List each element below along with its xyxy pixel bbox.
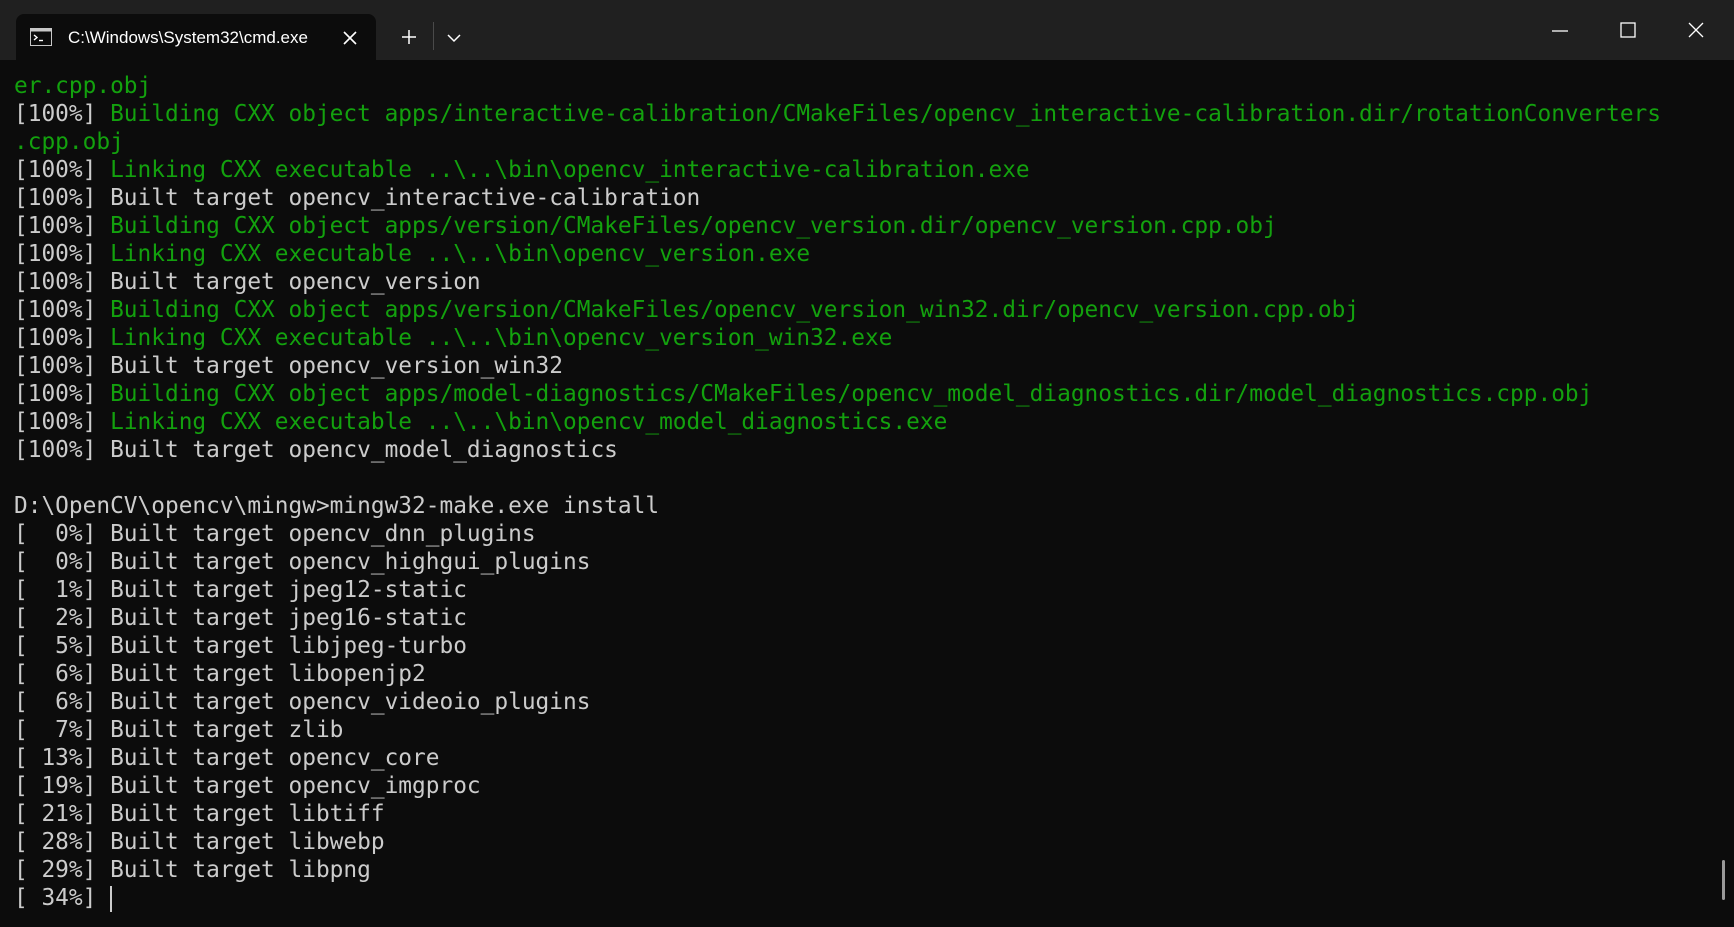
prompt-text: [ 34%] [14,885,111,911]
terminal-line: .cpp.obj [14,128,1714,156]
terminal-line-text: [ 0%] Built target opencv_dnn_plugins [14,521,536,547]
terminal-line: D:\OpenCV\opencv\mingw>mingw32-make.exe … [14,492,1714,520]
terminal-line: [100%] Building CXX object apps/interact… [14,100,1714,128]
close-window-button[interactable] [1662,0,1730,60]
terminal-line-text: [ 2%] Built target jpeg16-static [14,605,467,631]
terminal-line: [ 1%] Built target jpeg12-static [14,576,1714,604]
terminal-line: [100%] Built target opencv_version_win32 [14,352,1714,380]
terminal-output[interactable]: er.cpp.obj [100%] Building CXX object app… [14,72,1714,924]
close-tab-icon[interactable] [338,26,362,50]
terminal-line-text: [ 6%] Built target libopenjp2 [14,661,426,687]
terminal-line: [ 13%] Built target opencv_core [14,744,1714,772]
terminal-line-text: [100%] Built target opencv_version_win32 [14,353,563,379]
terminal-line-text: [ 28%] Built target libwebp [14,829,385,855]
terminal-line-text: [100%] [14,213,111,239]
terminal-line-text: [ 0%] Built target opencv_highgui_plugin… [14,549,591,575]
terminal-line: [100%] Linking CXX executable ..\..\bin\… [14,408,1714,436]
terminal-line: [100%] Linking CXX executable ..\..\bin\… [14,240,1714,268]
terminal-line: [100%] Building CXX object apps/model-di… [14,380,1714,408]
minimize-button[interactable] [1526,0,1594,60]
terminal-line-highlight: Linking CXX executable ..\..\bin\opencv_… [110,241,811,267]
terminal-line-text: [100%] [14,241,111,267]
maximize-button[interactable] [1594,0,1662,60]
terminal-line: [100%] Linking CXX executable ..\..\bin\… [14,324,1714,352]
terminal-line-text: [ 13%] Built target opencv_core [14,745,440,771]
terminal-line: [ 28%] Built target libwebp [14,828,1714,856]
terminal-line-text: [100%] Built target opencv_interactive-c… [14,185,701,211]
terminal-line-highlight: Building CXX object apps/version/CMakeFi… [110,297,1360,323]
terminal-line: [ 7%] Built target zlib [14,716,1714,744]
terminal-line-highlight: Linking CXX executable ..\..\bin\opencv_… [110,325,893,351]
terminal-line-text: [ 29%] Built target libpng [14,857,371,883]
terminal-line: [100%] Building CXX object apps/version/… [14,212,1714,240]
terminal-line-highlight: Linking CXX executable ..\..\bin\opencv_… [110,409,948,435]
terminal-line-text: [100%] [14,381,111,407]
terminal-line: [ 0%] Built target opencv_dnn_plugins [14,520,1714,548]
terminal-line-highlight: Building CXX object apps/model-diagnosti… [110,381,1593,407]
terminal-line-text: [100%] Built target opencv_model_diagnos… [14,437,618,463]
terminal-line: [ 6%] Built target opencv_videoio_plugin… [14,688,1714,716]
terminal-line-highlight: .cpp.obj [14,129,124,155]
cmd-prompt-icon [30,28,52,46]
terminal-line-text: [ 6%] Built target opencv_videoio_plugin… [14,689,591,715]
terminal-window: C:\Windows\System32\cmd.exe er.cpp.obj [… [0,0,1734,927]
terminal-line-text: [100%] [14,409,111,435]
terminal-line: [100%] Built target opencv_model_diagnos… [14,436,1714,464]
scrollbar-thumb[interactable] [1722,860,1725,900]
terminal-line: [ 21%] Built target libtiff [14,800,1714,828]
terminal-line: [100%] Linking CXX executable ..\..\bin\… [14,156,1714,184]
terminal-line-highlight: Linking CXX executable ..\..\bin\opencv_… [110,157,1030,183]
terminal-line-text: [ 21%] Built target libtiff [14,801,385,827]
terminal-line: [100%] Built target opencv_interactive-c… [14,184,1714,212]
terminal-line: [100%] Built target opencv_version [14,268,1714,296]
title-bar[interactable]: C:\Windows\System32\cmd.exe [0,0,1734,60]
tab-title: C:\Windows\System32\cmd.exe [68,28,308,47]
terminal-line-text: [100%] [14,157,111,183]
terminal-line-text: [ 19%] Built target opencv_imgproc [14,773,481,799]
new-tab-button[interactable] [394,22,424,52]
text-cursor [110,885,113,912]
terminal-line: [ 2%] Built target jpeg16-static [14,604,1714,632]
terminal-line-text: [ 7%] Built target zlib [14,717,344,743]
terminal-line: er.cpp.obj [14,72,1714,100]
tab-separator [433,22,434,50]
terminal-line: [ 6%] Built target libopenjp2 [14,660,1714,688]
terminal-line: [ 5%] Built target libjpeg-turbo [14,632,1714,660]
terminal-line: [ 29%] Built target libpng [14,856,1714,884]
terminal-line: [100%] Building CXX object apps/version/… [14,296,1714,324]
terminal-line-text: [100%] Built target opencv_version [14,269,481,295]
terminal-line-text: [100%] [14,325,111,351]
terminal-line-text: D:\OpenCV\opencv\mingw>mingw32-make.exe … [14,493,660,519]
terminal-line-highlight: Building CXX object apps/interactive-cal… [110,101,1661,127]
terminal-line-highlight: er.cpp.obj [14,73,152,99]
prompt-line[interactable]: [ 34%] [14,884,1714,912]
terminal-line-text: [ 5%] Built target libjpeg-turbo [14,633,467,659]
terminal-line-highlight: Building CXX object apps/version/CMakeFi… [110,213,1277,239]
tab-cmd[interactable]: C:\Windows\System32\cmd.exe [16,14,376,60]
terminal-line-text: [ 1%] Built target jpeg12-static [14,577,467,603]
chevron-down-icon[interactable] [439,22,469,52]
terminal-line: [ 0%] Built target opencv_highgui_plugin… [14,548,1714,576]
terminal-line-text: [100%] [14,101,111,127]
terminal-line-text: [100%] [14,297,111,323]
terminal-line: [ 19%] Built target opencv_imgproc [14,772,1714,800]
